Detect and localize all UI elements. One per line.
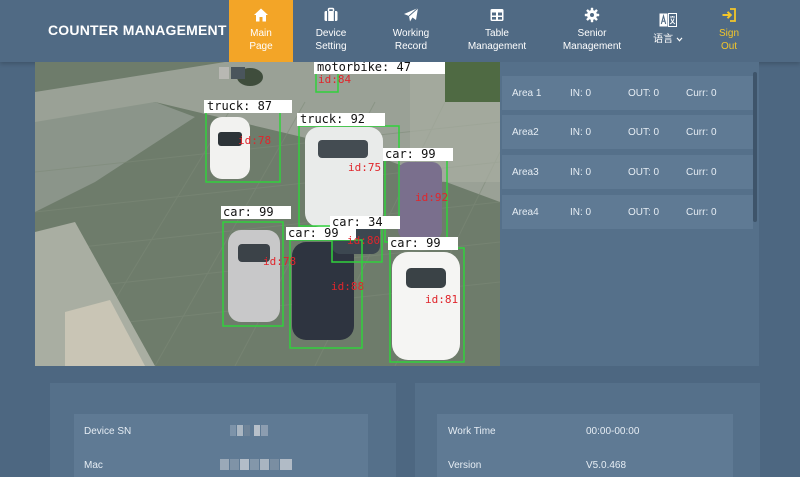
area-in-count: IN: 0 (570, 88, 592, 99)
nav-senior-management-label: Senior (577, 28, 607, 39)
sign-out-label: Sign (718, 28, 739, 39)
track-id: id:78 (238, 134, 271, 147)
area-out-count: OUT: 0 (628, 207, 660, 218)
device-sn-row: Device SN (74, 414, 368, 448)
area-row: Area3 IN: 0 OUT: 0 Curr: 0 (502, 155, 753, 189)
area-current-count: Curr: 0 (686, 88, 717, 99)
work-time-label: Work Time (448, 426, 496, 437)
version-row: Version V5.0.468 (437, 448, 733, 477)
area-in-count: IN: 0 (570, 127, 592, 138)
track-id: id:81 (425, 293, 458, 306)
camera-view: motorbike: 47 truck: 87 truck: 92 car: 9… (35, 62, 500, 366)
nav-main-page-label: Main (250, 28, 272, 39)
area-name: Area4 (512, 207, 539, 218)
version-value: V5.0.468 (586, 460, 627, 471)
area-name: Area 1 (512, 88, 542, 99)
area-row: Area 1 IN: 0 OUT: 0 Curr: 0 (502, 76, 753, 110)
vehicle (228, 230, 280, 322)
redacted-value (230, 425, 270, 436)
send-icon (404, 7, 419, 22)
area-row: Area4 IN: 0 OUT: 0 Curr: 0 (502, 195, 753, 229)
language-label: 语言 (653, 34, 674, 45)
area-out-count: OUT: 0 (628, 88, 660, 99)
work-info-card: Work Time 00:00-00:00 Version V5.0.468 (415, 383, 760, 477)
detection-label: car: 34 (332, 215, 383, 229)
nav-working-record[interactable]: Working Record (382, 0, 440, 62)
vehicle (210, 117, 250, 179)
detection-label: truck: 87 (207, 99, 272, 113)
track-id: id:75 (348, 161, 381, 174)
track-id: id:92 (415, 191, 448, 204)
area-out-count: OUT: 0 (628, 127, 660, 138)
translate-icon (659, 13, 677, 27)
briefcase-icon (324, 7, 338, 21)
top-header: COUNTER MANAGEMENT Main Page Device Sett… (0, 0, 800, 62)
area-current-count: Curr: 0 (686, 167, 717, 178)
nav-table-management[interactable]: Table Management (466, 0, 528, 62)
area-scrollbar[interactable] (753, 72, 757, 222)
work-time-value: 00:00-00:00 (586, 426, 640, 437)
area-in-count: IN: 0 (570, 167, 592, 178)
mac-label: Mac (84, 460, 103, 471)
sign-out-icon (722, 8, 736, 22)
device-sn-label: Device SN (84, 426, 132, 437)
gear-icon (584, 7, 600, 23)
app-title: COUNTER MANAGEMENT (48, 22, 227, 38)
detection-label: car: 99 (390, 236, 441, 250)
area-name: Area3 (512, 167, 539, 178)
redacted-value (220, 459, 294, 470)
track-id: id:88 (331, 280, 364, 293)
video-feed[interactable]: motorbike: 47 truck: 87 truck: 92 car: 9… (35, 62, 500, 366)
area-current-count: Curr: 0 (686, 207, 717, 218)
nav-device-setting-label: Device (315, 28, 347, 39)
detection-label: car: 99 (288, 226, 339, 240)
table-icon (490, 9, 504, 21)
track-id: id:80 (347, 234, 380, 247)
nav-working-record-label: Working (392, 28, 430, 39)
area-row: Area2 IN: 0 OUT: 0 Curr: 0 (502, 115, 753, 149)
language-switcher[interactable]: 语言 (648, 0, 688, 62)
area-counter-panel: Area 1 IN: 0 OUT: 0 Curr: 0 Area2 IN: 0 … (500, 62, 759, 366)
nav-main-page[interactable]: Main Page (229, 0, 293, 62)
nav-table-management-label: Table (485, 28, 509, 39)
nav-working-record-label2: Record (394, 41, 428, 52)
track-id: id:78 (263, 255, 296, 268)
area-in-count: IN: 0 (570, 207, 592, 218)
area-current-count: Curr: 0 (686, 127, 717, 138)
nav-senior-management-label2: Management (562, 41, 622, 52)
detection-label: car: 99 (223, 205, 274, 219)
chevron-down-icon (676, 37, 683, 42)
detection-label: car: 99 (385, 147, 436, 161)
nav-table-management-label2: Management (467, 41, 527, 52)
area-name: Area2 (512, 127, 539, 138)
nav-senior-management[interactable]: Senior Management (560, 0, 624, 62)
sign-out-button[interactable]: Sign Out (710, 0, 748, 62)
track-id: id:84 (318, 73, 351, 86)
device-info-card: Device SN Mac (50, 383, 396, 477)
mac-row: Mac (74, 448, 368, 477)
nav-device-setting[interactable]: Device Setting (303, 0, 359, 62)
detection-label: truck: 92 (300, 112, 365, 126)
nav-main-page-label2: Page (249, 41, 273, 52)
version-label: Version (448, 460, 482, 471)
area-out-count: OUT: 0 (628, 167, 660, 178)
sign-out-label2: Out (720, 41, 738, 52)
home-icon (254, 8, 268, 22)
nav-device-setting-label2: Setting (315, 41, 347, 52)
work-time-row: Work Time 00:00-00:00 (437, 414, 733, 448)
